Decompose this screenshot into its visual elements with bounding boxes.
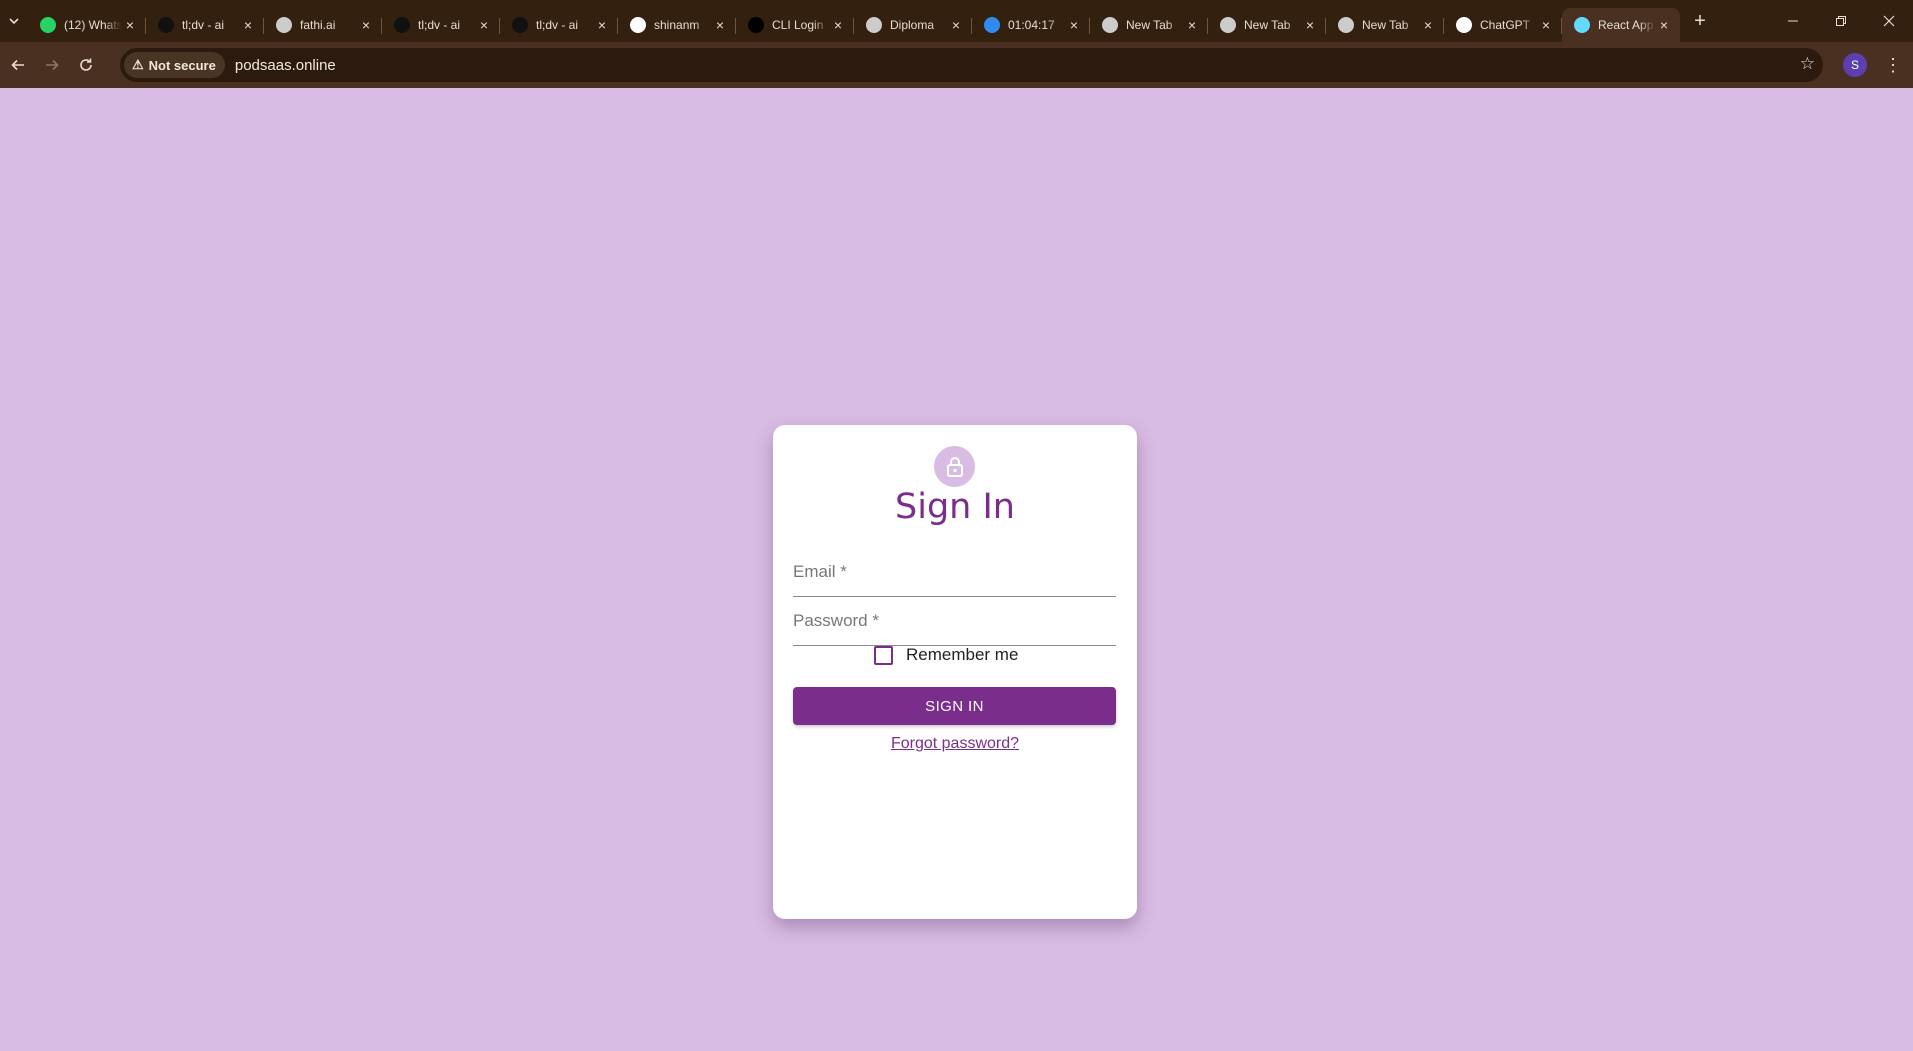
reload-button[interactable] xyxy=(70,49,102,81)
email-field[interactable]: Email * xyxy=(793,551,1116,597)
new-tab-button[interactable]: + xyxy=(1686,7,1714,35)
tab-title: 01:04:17 xyxy=(1008,18,1055,32)
chevron-down-icon xyxy=(9,18,19,25)
browser-tab[interactable]: fathi.ai × xyxy=(264,8,382,42)
password-field[interactable]: Password * xyxy=(793,600,1116,646)
chrome-icon xyxy=(1220,17,1236,33)
tab-close-icon[interactable]: × xyxy=(1656,17,1672,33)
page-viewport: Sign In Email * Password * Remember me S… xyxy=(0,88,1913,1051)
warning-icon: ⚠ xyxy=(132,57,144,72)
tab-title: New Tab xyxy=(1362,18,1409,32)
tab-search-button[interactable] xyxy=(0,7,28,35)
chrome-icon xyxy=(1102,17,1118,33)
arrow-right-icon xyxy=(46,59,59,71)
profile-avatar[interactable]: S xyxy=(1843,53,1867,77)
restore-icon xyxy=(1836,16,1846,26)
tab-close-icon[interactable]: × xyxy=(358,17,374,33)
tab-close-icon[interactable]: × xyxy=(1302,17,1318,33)
tab-title: Diploma xyxy=(890,18,935,32)
browser-tab[interactable]: ChatGPT × xyxy=(1444,8,1562,42)
minimize-button[interactable] xyxy=(1769,0,1817,42)
forward-button[interactable] xyxy=(36,49,68,81)
sign-in-button[interactable]: SIGN IN xyxy=(793,687,1116,725)
restore-button[interactable] xyxy=(1817,0,1865,42)
tab-title: tl;dv - ai xyxy=(536,18,579,32)
browser-tab[interactable]: (12) WhatsApp× xyxy=(28,8,146,42)
react-icon xyxy=(1574,17,1590,33)
back-button[interactable] xyxy=(2,49,34,81)
timer-icon xyxy=(984,17,1000,33)
tab-close-icon[interactable]: × xyxy=(240,17,256,33)
arrow-left-icon xyxy=(11,59,24,71)
lock-avatar xyxy=(934,446,975,487)
security-chip[interactable]: ⚠ Not secure xyxy=(124,52,225,78)
lock-icon xyxy=(946,456,963,477)
browser-tab[interactable]: tl;dv - ai × xyxy=(382,8,500,42)
tab-close-icon[interactable]: × xyxy=(1420,17,1436,33)
tab-title: React App xyxy=(1598,18,1654,32)
security-label: Not secure xyxy=(148,57,216,73)
browser-tab[interactable]: tl;dv - ai × xyxy=(500,8,618,42)
whatsapp-icon xyxy=(40,17,56,33)
chrome-icon xyxy=(1338,17,1354,33)
browser-toolbar: ⚠ Not secure podsaas.online ☆ S ⋮ xyxy=(0,42,1913,88)
browser-tab[interactable]: shinanm × xyxy=(618,8,736,42)
tab-close-icon[interactable]: × xyxy=(712,17,728,33)
remember-me[interactable]: Remember me xyxy=(874,645,1018,665)
password-input[interactable] xyxy=(793,600,1116,645)
browser-tab[interactable]: New Tab × xyxy=(1208,8,1326,42)
tldv-icon xyxy=(158,17,174,33)
browser-tab[interactable]: Diploma × xyxy=(854,8,972,42)
address-bar[interactable]: ⚠ Not secure podsaas.online ☆ xyxy=(120,48,1823,82)
tab-close-icon[interactable]: × xyxy=(948,17,964,33)
globe-icon xyxy=(866,17,882,33)
reload-icon xyxy=(80,58,92,71)
tab-title: ChatGPT xyxy=(1480,18,1531,32)
tab-close-icon[interactable]: × xyxy=(1538,17,1554,33)
browser-menu-button[interactable]: ⋮ xyxy=(1881,53,1905,77)
tab-close-icon[interactable]: × xyxy=(122,17,138,33)
tab-title: shinanm xyxy=(654,18,700,32)
remember-me-label: Remember me xyxy=(906,645,1019,664)
tab-title: New Tab xyxy=(1126,18,1173,32)
browser-tab[interactable]: 01:04:17 × xyxy=(972,8,1090,42)
url-text[interactable]: podsaas.online xyxy=(235,57,336,74)
tab-title: New Tab xyxy=(1244,18,1291,32)
tab-list: (12) WhatsApp×tl;dv - ai×fathi.ai×tl;dv … xyxy=(28,0,1680,42)
tab-title: tl;dv - ai xyxy=(418,18,461,32)
email-input[interactable] xyxy=(793,551,1116,596)
github-icon xyxy=(630,17,646,33)
remember-me-checkbox[interactable] xyxy=(874,645,893,665)
browser-tab[interactable]: React App × xyxy=(1562,8,1680,42)
tab-close-icon[interactable]: × xyxy=(476,17,492,33)
forgot-password-container: Forgot password? xyxy=(773,735,1137,753)
close-window-button[interactable] xyxy=(1865,0,1913,42)
page-title: Sign In xyxy=(895,487,1015,527)
globe-icon xyxy=(276,17,292,33)
tldv-icon xyxy=(394,17,410,33)
tab-title: fathi.ai xyxy=(300,18,336,32)
tab-title: tl;dv - ai xyxy=(182,18,225,32)
browser-tab[interactable]: tl;dv - ai × xyxy=(146,8,264,42)
browser-tab[interactable]: New Tab × xyxy=(1326,8,1444,42)
login-card: Sign In Email * Password * Remember me S… xyxy=(773,425,1137,919)
tab-title: CLI Login xyxy=(772,18,824,32)
bookmark-star-icon[interactable]: ☆ xyxy=(1800,54,1815,74)
browser-tab[interactable]: New Tab × xyxy=(1090,8,1208,42)
tab-close-icon[interactable]: × xyxy=(594,17,610,33)
window-controls xyxy=(1769,0,1913,42)
minimize-icon xyxy=(1788,20,1798,22)
chatgpt-icon xyxy=(1456,17,1472,33)
forgot-password-link[interactable]: Forgot password? xyxy=(891,735,1019,752)
tab-title: (12) WhatsApp xyxy=(64,18,122,32)
browser-tab[interactable]: CLI Login × xyxy=(736,8,854,42)
browser-tabstrip: (12) WhatsApp×tl;dv - ai×fathi.ai×tl;dv … xyxy=(0,0,1913,42)
tab-close-icon[interactable]: × xyxy=(1066,17,1082,33)
vercel-icon xyxy=(748,17,764,33)
tab-close-icon[interactable]: × xyxy=(830,17,846,33)
tab-close-icon[interactable]: × xyxy=(1184,17,1200,33)
close-icon xyxy=(1883,15,1895,27)
tldv-icon xyxy=(512,17,528,33)
